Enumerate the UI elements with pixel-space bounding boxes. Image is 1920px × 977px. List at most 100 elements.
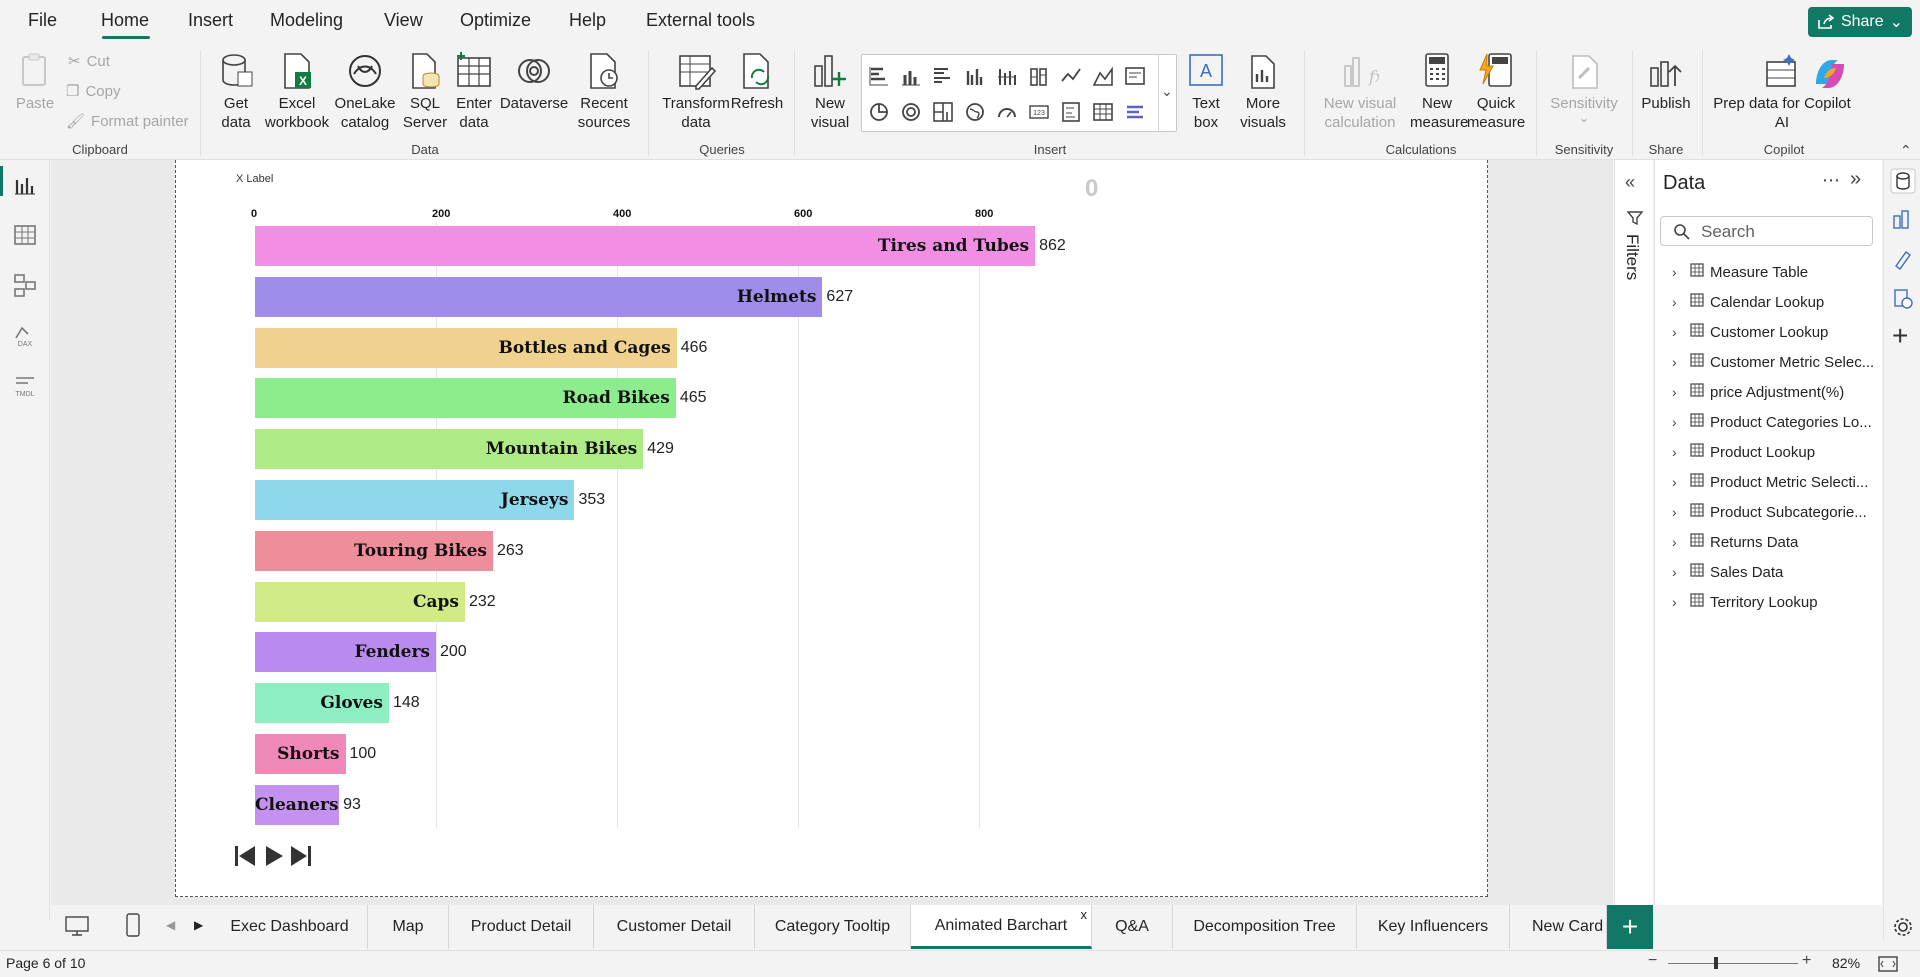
mobile-layout-icon[interactable]: [125, 912, 141, 938]
page-tab[interactable]: Decomposition Tree: [1173, 905, 1357, 949]
stacked-column-chart-icon[interactable]: [900, 65, 922, 87]
bar-100-chart-icon[interactable]: [996, 65, 1018, 87]
chevron-right-icon[interactable]: ›: [1672, 264, 1684, 280]
format-painter-button[interactable]: 🖌 Format painter: [66, 112, 189, 131]
menu-view[interactable]: View: [384, 10, 423, 31]
tmdl-view-icon[interactable]: TMDL: [12, 372, 38, 398]
desktop-layout-icon[interactable]: [64, 915, 90, 937]
filters-pane-collapsed[interactable]: « Filters: [1614, 160, 1653, 905]
clustered-bar-chart-icon[interactable]: [932, 65, 954, 87]
paste-button[interactable]: Paste: [14, 52, 56, 113]
sql-server-button[interactable]: SQL Server: [400, 52, 450, 132]
map-icon[interactable]: [964, 101, 986, 123]
page-tab[interactable]: Map: [368, 905, 449, 949]
table-visual-icon[interactable]: [1092, 101, 1114, 123]
column-100-chart-icon[interactable]: [1028, 65, 1050, 87]
sensitivity-button[interactable]: Sensitivity ⌄: [1540, 52, 1628, 124]
get-data-button[interactable]: Get data: [210, 52, 262, 132]
data-table-item[interactable]: › Returns Data: [1672, 530, 1876, 554]
page-tab[interactable]: Q&A: [1092, 905, 1173, 949]
menu-help[interactable]: Help: [569, 10, 606, 31]
skip-to-end-icon[interactable]: [289, 843, 313, 869]
pie-chart-icon[interactable]: [868, 101, 890, 123]
data-table-item[interactable]: › Product Categories Lo...: [1672, 410, 1876, 434]
excel-workbook-button[interactable]: X Excel workbook: [262, 52, 332, 132]
cut-button[interactable]: ✂ Cut: [68, 52, 110, 71]
data-table-item[interactable]: › price Adjustment(%): [1672, 380, 1876, 404]
add-pane-icon[interactable]: +: [1892, 322, 1908, 350]
page-tab[interactable]: Category Tooltip: [755, 905, 911, 949]
refresh-button[interactable]: Refresh: [730, 52, 784, 113]
clustered-column-chart-icon[interactable]: [964, 65, 986, 87]
data-table-item[interactable]: › Sales Data: [1672, 560, 1876, 584]
page-tab[interactable]: New Card: [1510, 905, 1607, 949]
add-page-button[interactable]: +: [1607, 905, 1653, 949]
chevron-right-icon[interactable]: ›: [1672, 444, 1684, 460]
data-table-item[interactable]: › Product Lookup: [1672, 440, 1876, 464]
data-table-item[interactable]: › Customer Lookup: [1672, 320, 1876, 344]
data-table-item[interactable]: › Product Metric Selecti...: [1672, 470, 1876, 494]
menu-modeling[interactable]: Modeling: [270, 10, 343, 31]
chevron-right-icon[interactable]: ›: [1672, 354, 1684, 370]
page-tab[interactable]: Key Influencers: [1357, 905, 1510, 949]
treemap-icon[interactable]: [932, 101, 954, 123]
multi-row-card-icon[interactable]: [1060, 101, 1082, 123]
performance-pane-icon[interactable]: [1892, 288, 1914, 310]
chevron-right-icon[interactable]: ›: [1672, 414, 1684, 430]
menu-insert[interactable]: Insert: [188, 10, 233, 31]
collapse-data-pane-icon[interactable]: »: [1850, 168, 1861, 191]
donut-chart-icon[interactable]: [900, 101, 922, 123]
data-pane-cylinder-icon[interactable]: [1890, 168, 1916, 194]
new-visual-calculation-button[interactable]: fx New visual calculation: [1312, 52, 1408, 132]
quick-measure-button[interactable]: Quick measure: [1466, 52, 1526, 132]
chevron-right-icon[interactable]: ›: [1672, 534, 1684, 550]
scroll-tabs-right-icon[interactable]: ▶: [194, 918, 203, 932]
share-button[interactable]: Share ⌄: [1808, 7, 1912, 37]
skip-to-start-icon[interactable]: [233, 843, 257, 869]
chevron-right-icon[interactable]: ›: [1672, 324, 1684, 340]
text-box-button[interactable]: A Text box: [1184, 52, 1228, 132]
recent-sources-button[interactable]: Recent sources: [570, 52, 638, 132]
slicer-icon[interactable]: [1124, 101, 1146, 123]
visual-gallery[interactable]: 123 ⌄: [861, 54, 1177, 132]
transform-data-button[interactable]: Transform data: [658, 52, 734, 132]
stacked-bar-chart-icon[interactable]: [868, 65, 890, 87]
close-tab-icon[interactable]: x: [1081, 907, 1088, 922]
menu-optimize[interactable]: Optimize: [460, 10, 531, 31]
table-view-icon[interactable]: [12, 222, 38, 248]
zoom-in-icon[interactable]: +: [1802, 952, 1811, 970]
line-column-chart-icon[interactable]: [1124, 65, 1146, 87]
page-tab[interactable]: Customer Detail: [594, 905, 755, 949]
play-icon[interactable]: [263, 843, 285, 869]
menu-external-tools[interactable]: External tools: [646, 10, 755, 31]
line-chart-icon[interactable]: [1060, 65, 1082, 87]
chevron-right-icon[interactable]: ›: [1672, 474, 1684, 490]
zoom-slider-thumb[interactable]: [1714, 957, 1718, 969]
gallery-expand-chevron-icon[interactable]: ⌄: [1161, 83, 1173, 100]
menu-home[interactable]: Home: [101, 10, 149, 31]
scroll-tabs-left-icon[interactable]: ◀: [166, 918, 175, 932]
copy-button[interactable]: ❐ Copy: [66, 82, 120, 101]
settings-gear-icon[interactable]: [1892, 916, 1914, 938]
chevron-right-icon[interactable]: ›: [1672, 594, 1684, 610]
card-icon[interactable]: 123: [1028, 101, 1050, 123]
page-tab[interactable]: Animated Barchart x: [911, 905, 1092, 949]
dax-query-view-icon[interactable]: DAX: [12, 322, 38, 348]
onelake-catalog-button[interactable]: OneLake catalog: [332, 52, 398, 132]
page-tab[interactable]: Exec Dashboard: [212, 905, 368, 949]
copilot-icon[interactable]: [1810, 56, 1850, 97]
page-tab[interactable]: Product Detail: [449, 905, 594, 949]
expand-filters-icon[interactable]: «: [1625, 172, 1635, 193]
new-visual-button[interactable]: New visual: [804, 52, 856, 132]
collapse-ribbon-chevron-icon[interactable]: ⌃: [1900, 142, 1912, 159]
dataverse-button[interactable]: Dataverse: [498, 52, 570, 113]
data-table-item[interactable]: › Product Subcategorie...: [1672, 500, 1876, 524]
chevron-right-icon[interactable]: ›: [1672, 384, 1684, 400]
area-chart-icon[interactable]: [1092, 65, 1114, 87]
format-pane-icon[interactable]: [1892, 248, 1914, 270]
enter-data-button[interactable]: Enter data: [450, 52, 498, 132]
chevron-right-icon[interactable]: ›: [1672, 504, 1684, 520]
data-table-item[interactable]: › Territory Lookup: [1672, 590, 1876, 614]
chevron-right-icon[interactable]: ›: [1672, 294, 1684, 310]
new-measure-button[interactable]: New measure: [1410, 52, 1468, 132]
